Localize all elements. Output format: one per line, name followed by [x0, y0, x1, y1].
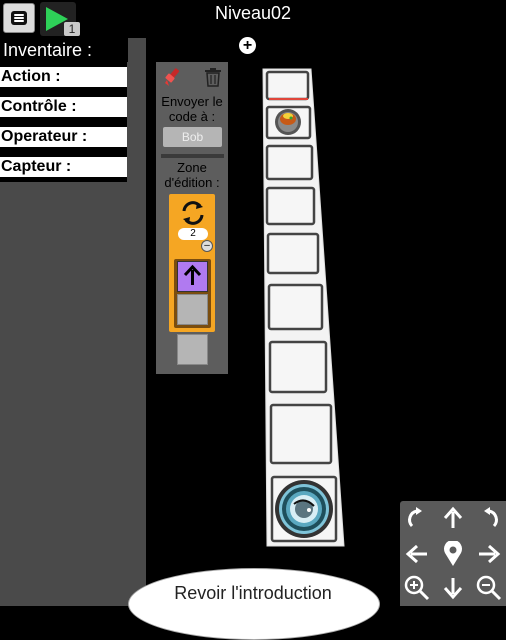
inventory-category-action[interactable]: Action : — [0, 62, 127, 92]
inventory-title: Inventaire : — [3, 40, 93, 60]
player-robot-icon — [275, 109, 301, 135]
center-icon[interactable] — [438, 539, 468, 569]
loop-icon — [179, 199, 207, 227]
camera-control-panel — [400, 501, 506, 606]
inventory-category-controle[interactable]: Contrôle : — [0, 92, 127, 122]
play-count-badge: 1 — [64, 22, 80, 36]
edit-zone-label-line1: Zone — [177, 160, 207, 175]
board-tile[interactable] — [266, 232, 320, 275]
arrow-up-icon — [183, 264, 202, 285]
move-down-icon[interactable] — [438, 573, 468, 603]
loop-count-input[interactable]: 2 — [178, 228, 208, 240]
board-tile[interactable] — [269, 403, 333, 465]
inventory-category-capteur[interactable]: Capteur : — [0, 152, 127, 182]
agent-name-field[interactable]: Bob — [163, 127, 222, 147]
board-tile[interactable] — [265, 144, 314, 181]
edit-zone-label-line2: d'édition : — [164, 175, 220, 190]
send-code-label-line1: Envoyer le — [161, 94, 223, 109]
board-tile[interactable] — [268, 340, 328, 394]
add-icon[interactable]: + — [239, 37, 256, 54]
move-forward-block[interactable] — [177, 261, 208, 292]
empty-block-slot[interactable] — [177, 294, 208, 325]
send-code-label-line2: code à : — [168, 109, 216, 124]
inventory-category-operateur[interactable]: Operateur : — [0, 122, 127, 152]
zoom-out-icon[interactable] — [474, 573, 504, 603]
loop-remove-icon[interactable]: – — [201, 240, 213, 252]
rotate-right-icon[interactable] — [474, 503, 504, 533]
trash-icon[interactable] — [204, 67, 222, 87]
level-title: Niveau02 — [214, 3, 292, 23]
replay-intro-button[interactable] — [128, 568, 380, 640]
rotate-left-icon[interactable] — [402, 503, 432, 533]
board-tile[interactable] — [265, 70, 310, 101]
empty-block-slot[interactable] — [177, 334, 208, 365]
zoom-in-icon[interactable] — [402, 573, 432, 603]
move-right-icon[interactable] — [474, 539, 504, 569]
game-board — [262, 68, 346, 552]
teleporter-exit-icon — [275, 480, 333, 538]
send-code-label: Envoyer le code à : — [156, 94, 228, 124]
replay-intro-label: Revoir l'introduction — [174, 583, 332, 603]
board-tile[interactable] — [265, 186, 316, 226]
edit-zone-label: Zone d'édition : — [156, 160, 228, 190]
editor-divider — [161, 154, 224, 158]
move-up-icon[interactable] — [438, 503, 468, 533]
move-left-icon[interactable] — [402, 539, 432, 569]
board-tile[interactable] — [267, 283, 324, 331]
clear-brush-icon[interactable] — [163, 67, 183, 87]
